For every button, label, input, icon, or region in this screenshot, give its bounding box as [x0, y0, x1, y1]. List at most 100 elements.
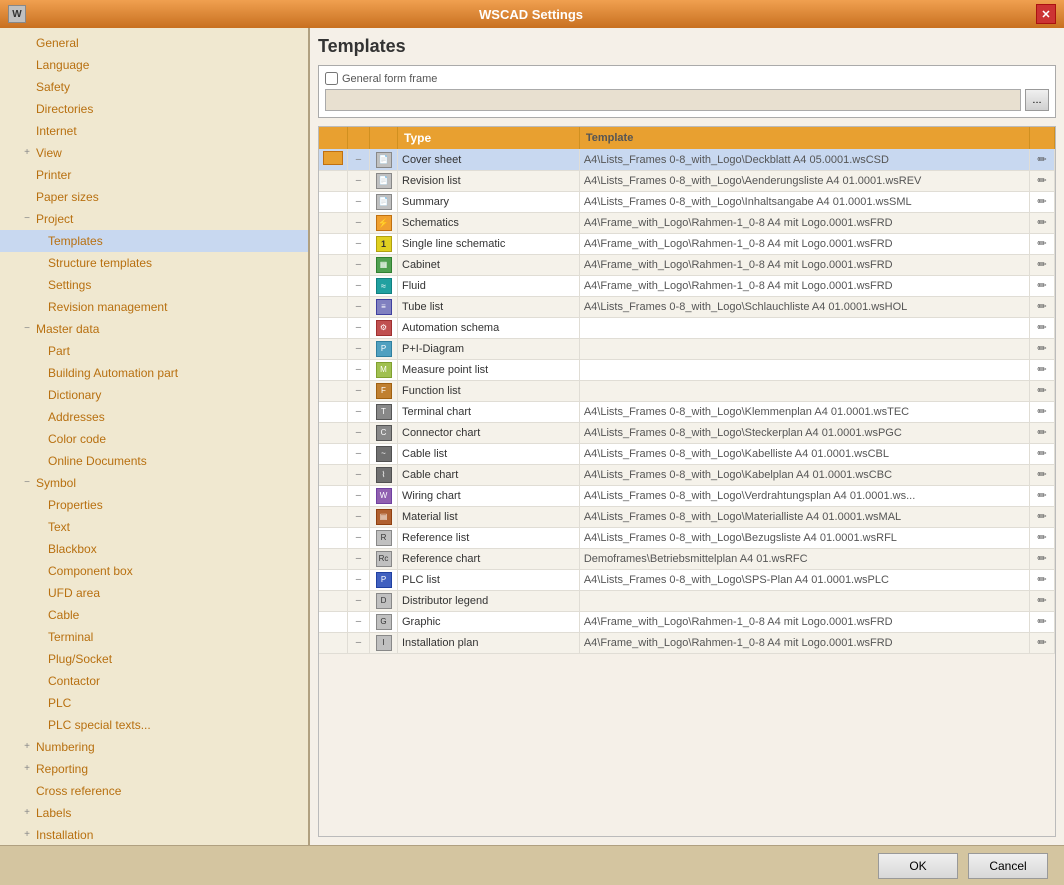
table-row[interactable]: −▤Material listA4\Lists_Frames 0-8_with_… [319, 507, 1055, 528]
table-row[interactable]: −TTerminal chartA4\Lists_Frames 0-8_with… [319, 402, 1055, 423]
table-row[interactable]: −MMeasure point list✏ [319, 360, 1055, 381]
table-row[interactable]: −GGraphicA4\Frame_with_Logo\Rahmen-1_0-8… [319, 612, 1055, 633]
row-edit-btn[interactable]: ✏ [1030, 381, 1055, 402]
row-collapse-btn[interactable]: − [348, 591, 370, 612]
row-edit-btn[interactable]: ✏ [1030, 297, 1055, 318]
table-row[interactable]: −RReference listA4\Lists_Frames 0-8_with… [319, 528, 1055, 549]
table-row[interactable]: −~Cable listA4\Lists_Frames 0-8_with_Log… [319, 444, 1055, 465]
sidebar-item-safety[interactable]: Safety [0, 76, 308, 98]
table-row[interactable]: −📄Revision listA4\Lists_Frames 0-8_with_… [319, 171, 1055, 192]
table-row[interactable]: −PPLC listA4\Lists_Frames 0-8_with_Logo\… [319, 570, 1055, 591]
table-row[interactable]: −WWiring chartA4\Lists_Frames 0-8_with_L… [319, 486, 1055, 507]
row-edit-btn[interactable]: ✏ [1030, 612, 1055, 633]
row-edit-btn[interactable]: ✏ [1030, 276, 1055, 297]
row-collapse-btn[interactable]: − [348, 465, 370, 486]
sidebar-item-properties[interactable]: Properties [0, 494, 308, 516]
row-collapse-btn[interactable]: − [348, 149, 370, 171]
browse-button[interactable]: ... [1025, 89, 1049, 111]
table-row[interactable]: −RcReference chartDemoframes\Betriebsmit… [319, 549, 1055, 570]
row-edit-btn[interactable]: ✏ [1030, 192, 1055, 213]
table-row[interactable]: −1Single line schematicA4\Frame_with_Log… [319, 234, 1055, 255]
sidebar-item-contactor[interactable]: Contactor [0, 670, 308, 692]
sidebar-item-plc[interactable]: PLC [0, 692, 308, 714]
table-row[interactable]: −PP+I-Diagram✏ [319, 339, 1055, 360]
row-edit-btn[interactable]: ✏ [1030, 549, 1055, 570]
row-collapse-btn[interactable]: − [348, 381, 370, 402]
table-row[interactable]: −▦CabinetA4\Frame_with_Logo\Rahmen-1_0-8… [319, 255, 1055, 276]
sidebar-item-symbol[interactable]: −Symbol [0, 472, 308, 494]
row-edit-btn[interactable]: ✏ [1030, 149, 1055, 171]
sidebar-item-text[interactable]: Text [0, 516, 308, 538]
sidebar-item-language[interactable]: Language [0, 54, 308, 76]
sidebar-item-reporting[interactable]: +Reporting [0, 758, 308, 780]
row-collapse-btn[interactable]: − [348, 507, 370, 528]
row-edit-btn[interactable]: ✏ [1030, 570, 1055, 591]
row-edit-btn[interactable]: ✏ [1030, 339, 1055, 360]
sidebar-item-component-box[interactable]: Component box [0, 560, 308, 582]
sidebar-item-templates[interactable]: Templates [0, 230, 308, 252]
table-row[interactable]: −📄SummaryA4\Lists_Frames 0-8_with_Logo\I… [319, 192, 1055, 213]
row-edit-btn[interactable]: ✏ [1030, 234, 1055, 255]
row-edit-btn[interactable]: ✏ [1030, 633, 1055, 654]
row-collapse-btn[interactable]: − [348, 234, 370, 255]
sidebar-item-color-code[interactable]: Color code [0, 428, 308, 450]
row-collapse-btn[interactable]: − [348, 570, 370, 591]
row-edit-btn[interactable]: ✏ [1030, 171, 1055, 192]
cancel-button[interactable]: Cancel [968, 853, 1048, 879]
row-edit-btn[interactable]: ✏ [1030, 465, 1055, 486]
row-collapse-btn[interactable]: − [348, 633, 370, 654]
general-form-frame-checkbox[interactable] [325, 72, 338, 85]
row-edit-btn[interactable]: ✏ [1030, 213, 1055, 234]
table-row[interactable]: −⌇Cable chartA4\Lists_Frames 0-8_with_Lo… [319, 465, 1055, 486]
row-collapse-btn[interactable]: − [348, 255, 370, 276]
sidebar-item-numbering[interactable]: +Numbering [0, 736, 308, 758]
table-row[interactable]: −IInstallation planA4\Frame_with_Logo\Ra… [319, 633, 1055, 654]
sidebar-item-general[interactable]: General [0, 32, 308, 54]
sidebar-item-dictionary[interactable]: Dictionary [0, 384, 308, 406]
sidebar-item-cable[interactable]: Cable [0, 604, 308, 626]
sidebar-item-addresses[interactable]: Addresses [0, 406, 308, 428]
sidebar-item-installation[interactable]: +Installation [0, 824, 308, 845]
row-collapse-btn[interactable]: − [348, 192, 370, 213]
row-collapse-btn[interactable]: − [348, 549, 370, 570]
row-collapse-btn[interactable]: − [348, 444, 370, 465]
sidebar-item-online-documents[interactable]: Online Documents [0, 450, 308, 472]
sidebar-item-terminal[interactable]: Terminal [0, 626, 308, 648]
row-edit-btn[interactable]: ✏ [1030, 318, 1055, 339]
row-collapse-btn[interactable]: − [348, 528, 370, 549]
row-edit-btn[interactable]: ✏ [1030, 486, 1055, 507]
sidebar-item-paper-sizes[interactable]: Paper sizes [0, 186, 308, 208]
sidebar-item-structure-templates[interactable]: Structure templates [0, 252, 308, 274]
sidebar-item-directories[interactable]: Directories [0, 98, 308, 120]
row-collapse-btn[interactable]: − [348, 171, 370, 192]
sidebar-item-building-automation-part[interactable]: Building Automation part [0, 362, 308, 384]
row-edit-btn[interactable]: ✏ [1030, 402, 1055, 423]
row-edit-btn[interactable]: ✏ [1030, 255, 1055, 276]
row-collapse-btn[interactable]: − [348, 276, 370, 297]
row-collapse-btn[interactable]: − [348, 297, 370, 318]
sidebar-item-plc-special-texts[interactable]: PLC special texts... [0, 714, 308, 736]
row-edit-btn[interactable]: ✏ [1030, 507, 1055, 528]
table-row[interactable]: −FFunction list✏ [319, 381, 1055, 402]
row-edit-btn[interactable]: ✏ [1030, 591, 1055, 612]
row-collapse-btn[interactable]: − [348, 318, 370, 339]
sidebar-item-cross-reference[interactable]: Cross reference [0, 780, 308, 802]
sidebar-item-plug-socket[interactable]: Plug/Socket [0, 648, 308, 670]
sidebar-item-internet[interactable]: Internet [0, 120, 308, 142]
sidebar-item-project[interactable]: −Project [0, 208, 308, 230]
table-row[interactable]: −⚡SchematicsA4\Frame_with_Logo\Rahmen-1_… [319, 213, 1055, 234]
path-input[interactable] [325, 89, 1021, 111]
sidebar-item-view[interactable]: +View [0, 142, 308, 164]
table-row[interactable]: −≡Tube listA4\Lists_Frames 0-8_with_Logo… [319, 297, 1055, 318]
row-edit-btn[interactable]: ✏ [1030, 528, 1055, 549]
row-collapse-btn[interactable]: − [348, 360, 370, 381]
sidebar-item-printer[interactable]: Printer [0, 164, 308, 186]
row-edit-btn[interactable]: ✏ [1030, 360, 1055, 381]
row-collapse-btn[interactable]: − [348, 339, 370, 360]
table-row[interactable]: −⚙Automation schema✏ [319, 318, 1055, 339]
row-collapse-btn[interactable]: − [348, 402, 370, 423]
table-row[interactable]: −DDistributor legend✏ [319, 591, 1055, 612]
sidebar-item-revision-management[interactable]: Revision management [0, 296, 308, 318]
table-row[interactable]: −CConnector chartA4\Lists_Frames 0-8_wit… [319, 423, 1055, 444]
ok-button[interactable]: OK [878, 853, 958, 879]
